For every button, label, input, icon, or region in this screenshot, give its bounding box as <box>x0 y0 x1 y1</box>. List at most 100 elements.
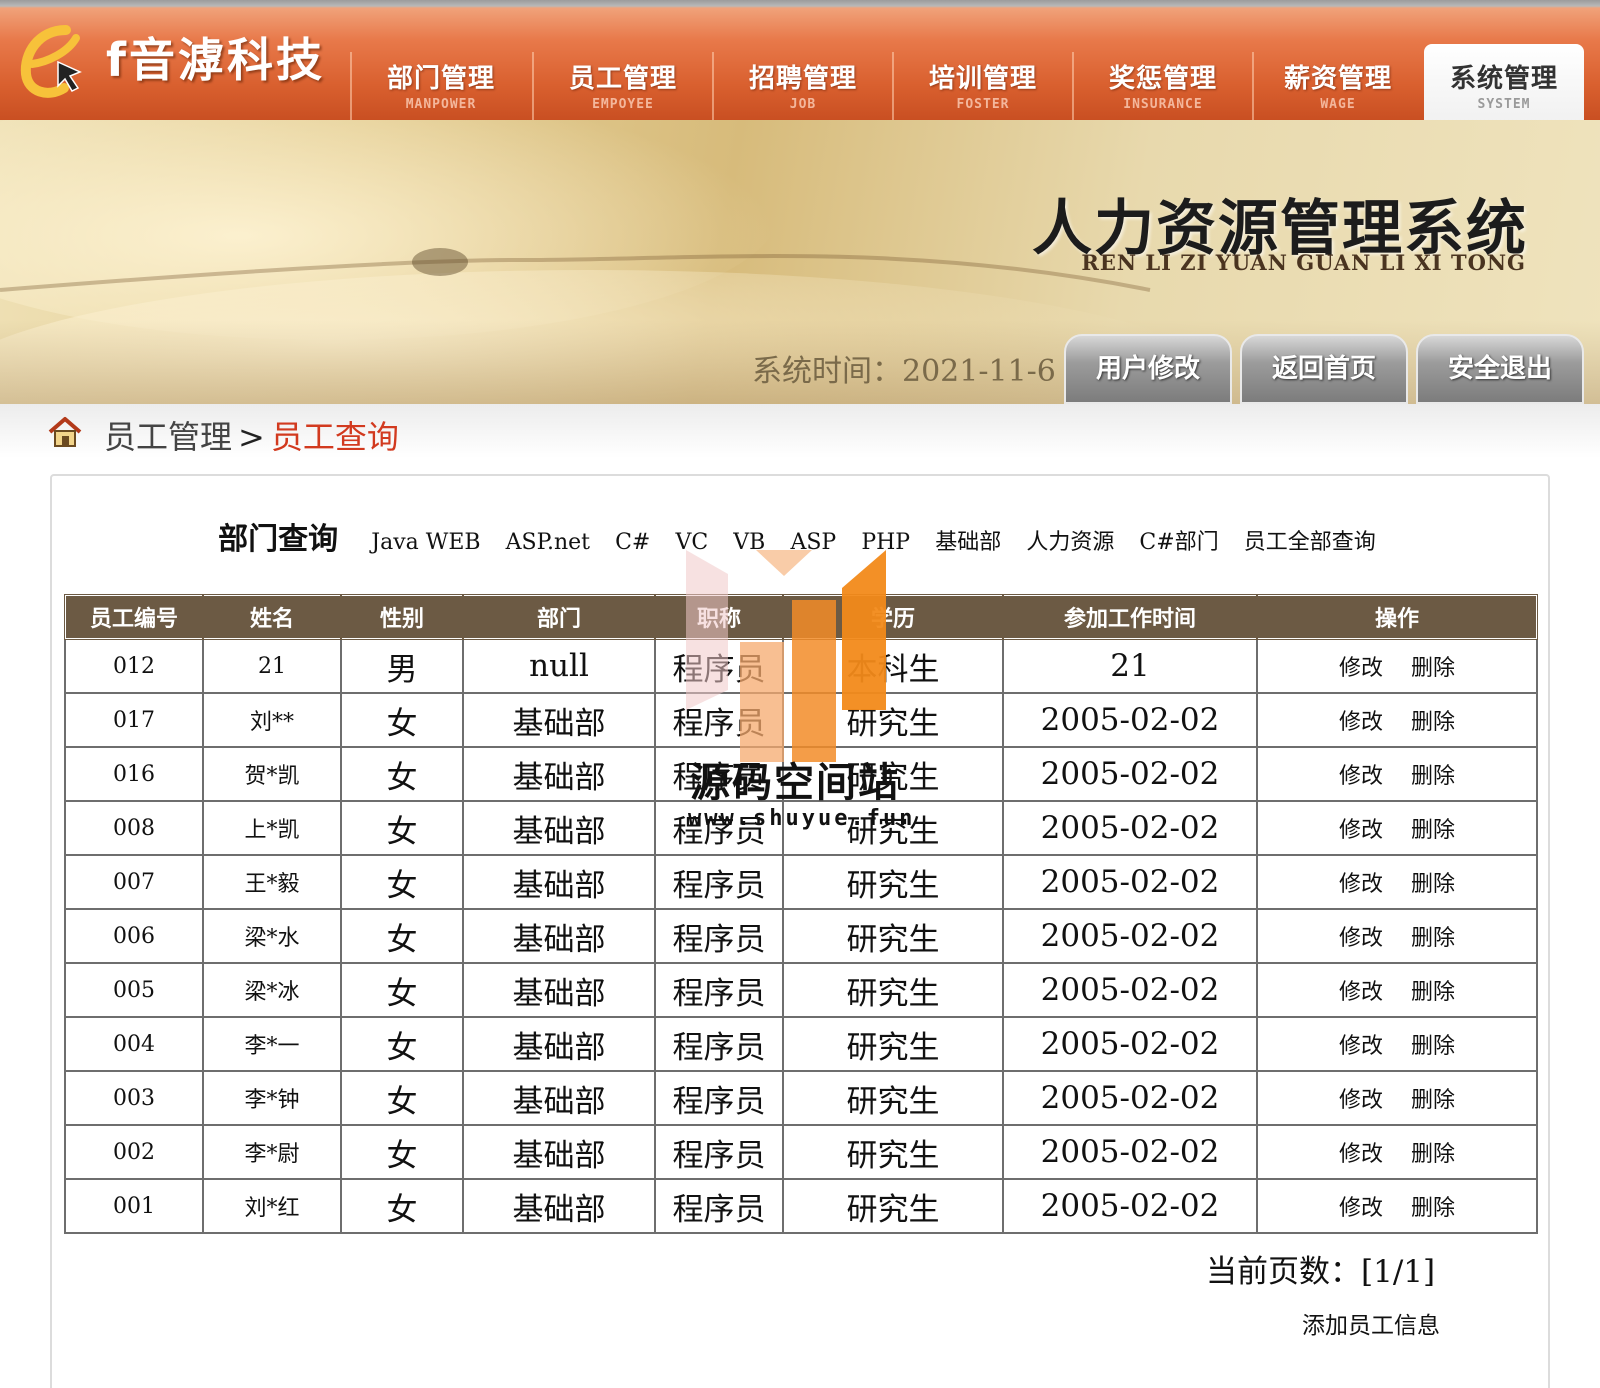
edit-employee-link[interactable]: 修改 <box>1339 1088 1383 1113</box>
employee-gender-cell: 女 <box>340 1070 464 1126</box>
employee-actions-cell: 修改 删除 <box>1256 962 1538 1018</box>
employee-name-cell: 贺*凯 <box>202 746 342 802</box>
brand-logo-icon <box>20 25 82 98</box>
breadcrumb-text: 员工管理 > 员工查询 <box>104 412 399 458</box>
employee-name-cell: 上*凯 <box>202 800 342 856</box>
employee-title-cell: 程序员 <box>654 692 784 748</box>
employee-department-cell: 基础部 <box>462 1178 656 1234</box>
logout-button[interactable]: 安全退出 <box>1416 334 1584 404</box>
nav-item-recruit[interactable]: 招聘管理 JOB <box>712 52 892 120</box>
add-employee-link[interactable]: 添加员工信息 <box>1302 1306 1440 1340</box>
edit-employee-link[interactable]: 修改 <box>1339 872 1383 897</box>
employee-actions-cell: 修改 删除 <box>1256 746 1538 802</box>
nav-label: 系统管理 <box>1449 64 1558 94</box>
table-row: 006 梁*水女基础部 程序员 研究生 2005-02-02 修改 删除 <box>64 908 1538 964</box>
edit-employee-link[interactable]: 修改 <box>1339 818 1383 843</box>
edit-employee-link[interactable]: 修改 <box>1339 656 1383 681</box>
table-row: 002 李*尉女基础部 程序员 研究生 2005-02-02 修改 删除 <box>64 1124 1538 1180</box>
employee-title-cell: 程序员 <box>654 854 784 910</box>
employee-name-cell: 刘*红 <box>202 1178 342 1234</box>
employee-name-cell: 李*钟 <box>202 1070 342 1126</box>
delete-employee-link[interactable]: 删除 <box>1411 1142 1455 1167</box>
dept-link-php[interactable]: PHP <box>861 530 910 555</box>
employee-id-cell: 002 <box>64 1124 204 1180</box>
employee-start-date-cell: 21 <box>1002 638 1258 694</box>
delete-employee-link[interactable]: 删除 <box>1411 818 1455 843</box>
employee-gender-cell: 女 <box>340 1016 464 1072</box>
employee-department-cell: 基础部 <box>462 908 656 964</box>
dept-link-hr[interactable]: 人力资源 <box>1026 530 1114 555</box>
dept-link-csharp[interactable]: C# <box>615 530 650 555</box>
employee-id-cell: 007 <box>64 854 204 910</box>
dept-link-csharp-dept[interactable]: C#部门 <box>1139 530 1218 555</box>
employee-education-cell: 研究生 <box>782 1070 1004 1126</box>
dept-link-asp[interactable]: ASP <box>790 530 836 555</box>
employee-name-cell: 梁*水 <box>202 908 342 964</box>
employee-start-date-cell: 2005-02-02 <box>1002 800 1258 856</box>
column-header: 部门 <box>462 594 656 640</box>
edit-employee-link[interactable]: 修改 <box>1339 1034 1383 1059</box>
employee-actions-cell: 修改 删除 <box>1256 1178 1538 1234</box>
delete-employee-link[interactable]: 删除 <box>1411 710 1455 735</box>
department-query-bar: 部门查询 Java WEB ASP.net C# VC VB ASP PHP 基… <box>52 514 1552 558</box>
nav-item-training[interactable]: 培训管理 FOSTER <box>892 52 1072 120</box>
table-row: 007 王*毅女基础部 程序员 研究生 2005-02-02 修改 删除 <box>64 854 1538 910</box>
table-row: 005 梁*冰女基础部 程序员 研究生 2005-02-02 修改 删除 <box>64 962 1538 1018</box>
nav-sublabel: INSURANCE <box>1123 97 1203 112</box>
delete-employee-link[interactable]: 删除 <box>1411 1088 1455 1113</box>
employee-department-cell: 基础部 <box>462 800 656 856</box>
delete-employee-link[interactable]: 删除 <box>1411 926 1455 951</box>
employee-id-cell: 003 <box>64 1070 204 1126</box>
nav-sublabel: SYSTEM <box>1477 97 1531 112</box>
nav-item-reward[interactable]: 奖惩管理 INSURANCE <box>1072 52 1252 120</box>
employee-actions-cell: 修改 删除 <box>1256 638 1538 694</box>
employee-gender-cell: 男 <box>340 638 464 694</box>
dept-link-vb[interactable]: VB <box>733 530 765 555</box>
delete-employee-link[interactable]: 删除 <box>1411 1034 1455 1059</box>
edit-employee-link[interactable]: 修改 <box>1339 764 1383 789</box>
employee-start-date-cell: 2005-02-02 <box>1002 1178 1258 1234</box>
employee-actions-cell: 修改 删除 <box>1256 800 1538 856</box>
column-header: 性别 <box>340 594 464 640</box>
employee-id-cell: 012 <box>64 638 204 694</box>
nav-item-department[interactable]: 部门管理 MANPOWER <box>350 52 530 120</box>
dept-link-all-employees[interactable]: 员工全部查询 <box>1244 530 1376 555</box>
employee-id-cell: 004 <box>64 1016 204 1072</box>
employee-start-date-cell: 2005-02-02 <box>1002 1016 1258 1072</box>
employee-department-cell: 基础部 <box>462 962 656 1018</box>
nav-item-salary[interactable]: 薪资管理 WAGE <box>1252 52 1422 120</box>
employee-education-cell: 研究生 <box>782 1016 1004 1072</box>
edit-user-button[interactable]: 用户修改 <box>1064 334 1232 404</box>
dept-link-javaweb[interactable]: Java WEB <box>371 530 480 555</box>
breadcrumb-current: 员工查询 <box>270 418 399 456</box>
dept-link-vc[interactable]: VC <box>675 530 708 555</box>
employee-name-cell: 王*毅 <box>202 854 342 910</box>
nav-label: 招聘管理 <box>748 64 857 94</box>
dept-link-aspnet[interactable]: ASP.net <box>506 530 590 555</box>
delete-employee-link[interactable]: 删除 <box>1411 872 1455 897</box>
employee-name-cell: 刘** <box>202 692 342 748</box>
delete-employee-link[interactable]: 删除 <box>1411 764 1455 789</box>
employee-start-date-cell: 2005-02-02 <box>1002 908 1258 964</box>
home-button[interactable]: 返回首页 <box>1240 334 1408 404</box>
employee-gender-cell: 女 <box>340 962 464 1018</box>
employee-start-date-cell: 2005-02-02 <box>1002 1070 1258 1126</box>
employee-education-cell: 研究生 <box>782 854 1004 910</box>
table-row: 012 21 男 null 程序员 本科生 21 修改 删除 <box>64 638 1538 694</box>
employee-gender-cell: 女 <box>340 1124 464 1180</box>
column-header: 姓名 <box>202 594 342 640</box>
breadcrumb-parent[interactable]: 员工管理 <box>104 418 232 456</box>
table-row: 017 刘** 女基础部 程序员 研究生 2005-02-02 修改 删除 <box>64 692 1538 748</box>
edit-employee-link[interactable]: 修改 <box>1339 1196 1383 1221</box>
nav-item-system[interactable]: 系统管理 SYSTEM <box>1424 44 1584 120</box>
edit-employee-link[interactable]: 修改 <box>1339 710 1383 735</box>
nav-item-employee[interactable]: 员工管理 EMPOYEE <box>532 52 712 120</box>
delete-employee-link[interactable]: 删除 <box>1411 656 1455 681</box>
delete-employee-link[interactable]: 删除 <box>1411 980 1455 1005</box>
employee-title-cell: 程序员 <box>654 638 784 694</box>
edit-employee-link[interactable]: 修改 <box>1339 926 1383 951</box>
delete-employee-link[interactable]: 删除 <box>1411 1196 1455 1221</box>
dept-link-basic[interactable]: 基础部 <box>935 530 1001 555</box>
edit-employee-link[interactable]: 修改 <box>1339 1142 1383 1167</box>
edit-employee-link[interactable]: 修改 <box>1339 980 1383 1005</box>
